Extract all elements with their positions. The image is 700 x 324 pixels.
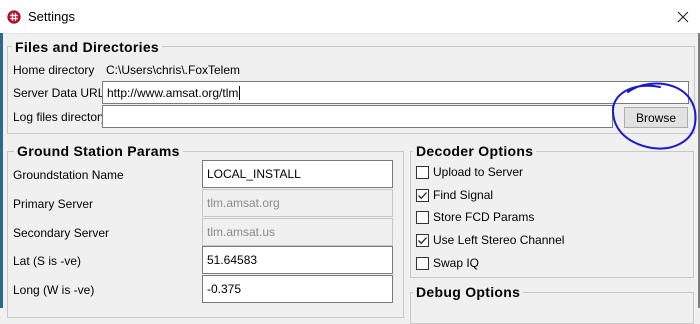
checkbox-box[interactable] — [416, 188, 429, 202]
checkbox-box[interactable] — [416, 233, 429, 247]
server-data-url-value: http://www.amsat.org/tlm — [107, 85, 239, 100]
use-left-stereo-channel-label: Use Left Stereo Channel — [433, 233, 565, 247]
ground-station-section-title: Ground Station Params — [14, 143, 183, 159]
upload-to-server-label: Upload to Server — [433, 165, 524, 179]
latitude-label: Lat (S is -ve) — [13, 254, 82, 268]
secondary-server-label: Secondary Server — [13, 226, 110, 240]
checkmark-icon — [418, 236, 427, 244]
swap-iq-label: Swap IQ — [433, 256, 480, 270]
find-signal-label: Find Signal — [433, 188, 494, 202]
checkmark-icon — [418, 191, 427, 199]
files-section-title: Files and Directories — [12, 39, 163, 55]
server-data-url-input[interactable]: http://www.amsat.org/tlm — [102, 81, 689, 104]
log-files-directory-label: Log files directory — [13, 110, 108, 124]
server-data-url-label: Server Data URL — [13, 86, 105, 100]
window-edge-stripe — [0, 33, 3, 308]
secondary-server-input: tlm.amsat.us — [202, 218, 393, 246]
window-title: Settings — [28, 9, 75, 24]
find-signal-checkbox[interactable]: Find Signal — [416, 187, 493, 203]
longitude-value: -0.375 — [207, 282, 242, 296]
groundstation-name-input[interactable]: LOCAL_INSTALL — [202, 160, 393, 188]
app-logo-icon — [7, 10, 21, 24]
checkbox-box[interactable] — [416, 256, 429, 270]
store-fcd-params-checkbox[interactable]: Store FCD Params — [416, 209, 534, 225]
log-files-directory-input[interactable] — [102, 105, 613, 128]
upload-to-server-checkbox[interactable]: Upload to Server — [416, 164, 523, 180]
close-button[interactable] — [666, 0, 700, 33]
text-caret — [239, 85, 241, 100]
primary-server-input: tlm.amsat.org — [202, 189, 393, 217]
primary-server-label: Primary Server — [13, 197, 94, 211]
title-bar: Settings — [0, 0, 700, 34]
swap-iq-checkbox[interactable]: Swap IQ — [416, 255, 479, 271]
checkbox-box[interactable] — [416, 210, 429, 224]
groundstation-name-value: LOCAL_INSTALL — [207, 167, 301, 181]
checkbox-box[interactable] — [416, 165, 429, 179]
groundstation-name-label: Groundstation Name — [13, 168, 124, 182]
use-left-stereo-channel-checkbox[interactable]: Use Left Stereo Channel — [416, 232, 564, 248]
latitude-value: 51.64583 — [207, 253, 258, 267]
store-fcd-params-label: Store FCD Params — [433, 210, 535, 224]
browse-button[interactable]: Browse — [624, 107, 688, 128]
home-directory-value: C:\Users\chris\.FoxTelem — [106, 63, 241, 77]
longitude-input[interactable]: -0.375 — [202, 275, 393, 303]
longitude-label: Long (W is -ve) — [13, 283, 95, 297]
debug-options-section-title: Debug Options — [413, 284, 524, 300]
close-icon — [677, 11, 689, 22]
latitude-input[interactable]: 51.64583 — [202, 246, 393, 274]
primary-server-value: tlm.amsat.org — [207, 196, 280, 210]
secondary-server-value: tlm.amsat.us — [207, 225, 276, 239]
decoder-options-section-title: Decoder Options — [413, 143, 537, 159]
home-directory-label: Home directory — [13, 63, 95, 77]
